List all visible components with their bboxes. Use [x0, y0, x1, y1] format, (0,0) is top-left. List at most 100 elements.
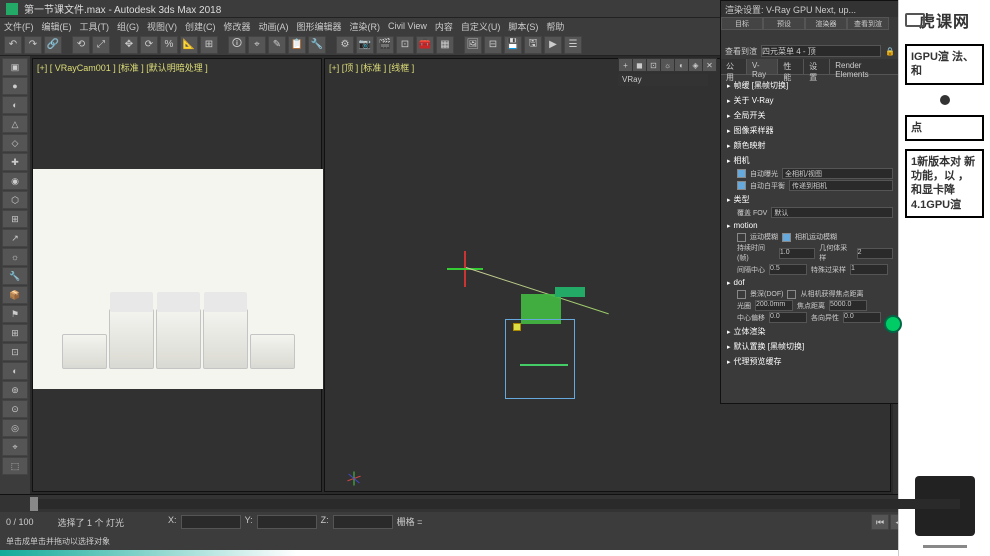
left-tool-12[interactable]: 📦 — [2, 286, 28, 304]
toolbar-button-26[interactable]: ☰ — [564, 36, 582, 54]
toolbar-button-20[interactable]: ▦ — [436, 36, 454, 54]
rollout-颜色映射[interactable]: 颜色映射 — [727, 139, 893, 152]
checkbox[interactable] — [737, 169, 746, 178]
rollout-关于 V-Ray[interactable]: 关于 V-Ray — [727, 94, 893, 107]
option-value[interactable]: 1.0 — [779, 248, 815, 259]
menu-customize[interactable]: 自定义(U) — [461, 20, 501, 33]
left-tool-8[interactable]: ⊞ — [2, 210, 28, 228]
option-value[interactable]: 2 — [857, 248, 893, 259]
tab-settings[interactable]: 设置 — [804, 59, 830, 74]
vp-icon[interactable]: ◼ — [633, 59, 646, 71]
toolbar-button-0[interactable]: ↶ — [4, 36, 22, 54]
render-top-field-3[interactable]: 查看到渲 — [847, 17, 889, 30]
coord-z-input[interactable] — [333, 515, 393, 529]
render-top-field-0[interactable]: 目标 — [721, 17, 763, 30]
left-tool-13[interactable]: ⚑ — [2, 305, 28, 323]
toolbar-button-13[interactable]: 📋 — [288, 36, 306, 54]
option-value[interactable]: 5000.0 — [829, 300, 867, 311]
selection-bounds[interactable] — [505, 319, 575, 399]
toolbar-button-10[interactable]: 🛈 — [228, 36, 246, 54]
toolbar-button-11[interactable]: ⌖ — [248, 36, 266, 54]
toolbar-button-9[interactable]: ⊞ — [200, 36, 218, 54]
option-value[interactable]: 0.5 — [769, 264, 807, 275]
playback-button-0[interactable]: ⏮ — [871, 514, 889, 530]
option-value[interactable]: 200.0mm — [755, 300, 793, 311]
time-slider[interactable] — [30, 497, 38, 511]
toolbar-button-16[interactable]: 📷 — [356, 36, 374, 54]
toolbar-button-23[interactable]: 💾 — [504, 36, 522, 54]
tab-vray[interactable]: V-Ray — [747, 59, 778, 74]
checkbox[interactable] — [737, 181, 746, 190]
rollout-相机[interactable]: 相机 — [727, 154, 893, 167]
render-top-field-2[interactable]: 渲染器 — [805, 17, 847, 30]
left-tool-16[interactable]: ◐ — [2, 362, 28, 380]
left-tool-2[interactable]: ◐ — [2, 96, 28, 114]
menu-tools[interactable]: 工具(T) — [80, 20, 110, 33]
option-value[interactable]: 1 — [850, 264, 888, 275]
checkbox[interactable] — [737, 290, 746, 299]
checkbox[interactable] — [782, 233, 791, 242]
left-tool-3[interactable]: △ — [2, 115, 28, 133]
vp-icon[interactable]: ◈ — [689, 59, 702, 71]
rollout-类型[interactable]: 类型 — [727, 193, 893, 206]
toolbar-button-17[interactable]: 🎬 — [376, 36, 394, 54]
render-setup-dialog[interactable]: 渲染设置: V-Ray GPU Next, up... 目标预设渲染器查看到渲 … — [720, 0, 900, 404]
left-tool-15[interactable]: ⊡ — [2, 343, 28, 361]
sun-target[interactable] — [513, 323, 521, 331]
option-value[interactable]: 0.0 — [843, 312, 881, 323]
left-tool-9[interactable]: ↗ — [2, 229, 28, 247]
toolbar-button-4[interactable]: ⤢ — [92, 36, 110, 54]
option-select[interactable]: 默认 — [771, 207, 893, 218]
left-tool-5[interactable]: ✚ — [2, 153, 28, 171]
left-tool-7[interactable]: ⬡ — [2, 191, 28, 209]
menu-content[interactable]: 内容 — [435, 20, 453, 33]
viewport-camera[interactable]: [+] [ VRayCam001 ] [标准 ] [默认明暗处理 ] — [32, 58, 322, 492]
vp-icon[interactable]: ◐ — [675, 59, 688, 71]
vp-icon[interactable]: ⊡ — [647, 59, 660, 71]
option-select[interactable]: 传递到相机 — [789, 180, 893, 191]
rollout-图像采样器[interactable]: 图像采样器 — [727, 124, 893, 137]
viewport-top-label[interactable]: [+] [顶 ] [标准 ] [线框 ] — [329, 61, 414, 74]
vp-icon[interactable]: ✕ — [703, 59, 716, 71]
vp-icon[interactable]: ☼ — [661, 59, 674, 71]
menu-rendering[interactable]: 渲染(R) — [350, 20, 381, 33]
tab-render-elements[interactable]: Render Elements — [830, 59, 899, 74]
toolbar-button-15[interactable]: ⚙ — [336, 36, 354, 54]
render-top-field-1[interactable]: 预设 — [763, 17, 805, 30]
left-tool-10[interactable]: ☼ — [2, 248, 28, 266]
toolbar-button-2[interactable]: 🔗 — [44, 36, 62, 54]
menu-group[interactable]: 组(G) — [117, 20, 139, 33]
menu-views[interactable]: 视图(V) — [147, 20, 177, 33]
left-tool-6[interactable]: ◉ — [2, 172, 28, 190]
rollout-motion[interactable]: motion — [727, 220, 893, 231]
toolbar-button-24[interactable]: 🖫 — [524, 36, 542, 54]
coord-x-input[interactable] — [181, 515, 241, 529]
menu-scripting[interactable]: 脚本(S) — [508, 20, 538, 33]
menu-file[interactable]: 文件(F) — [4, 20, 34, 33]
vray-rollout-header[interactable]: VRay — [618, 74, 708, 86]
left-tool-1[interactable]: ● — [2, 77, 28, 95]
left-tool-17[interactable]: ⊚ — [2, 381, 28, 399]
menu-edit[interactable]: 编辑(E) — [42, 20, 72, 33]
menu-civil-view[interactable]: Civil View — [388, 21, 427, 31]
left-tool-20[interactable]: ⌖ — [2, 438, 28, 456]
toolbar-button-5[interactable]: ✥ — [120, 36, 138, 54]
option-select[interactable]: 全相机/视图 — [782, 168, 893, 179]
rollout-代理预览缓存[interactable]: 代理预览缓存 — [727, 355, 893, 368]
tab-performance[interactable]: 性能 — [778, 59, 804, 74]
checkbox[interactable] — [787, 290, 796, 299]
toolbar-button-18[interactable]: ⊡ — [396, 36, 414, 54]
tab-common[interactable]: 公用 — [721, 59, 747, 74]
lock-icon[interactable]: 🔒 — [885, 47, 895, 56]
vp-icon[interactable]: + — [619, 59, 632, 71]
left-tool-0[interactable]: ▣ — [2, 58, 28, 76]
toolbar-button-12[interactable]: ✎ — [268, 36, 286, 54]
left-tool-18[interactable]: ⊙ — [2, 400, 28, 418]
rollout-帧缓 [黑帧切换][interactable]: 帧缓 [黑帧切换] — [727, 79, 893, 92]
rollout-dof[interactable]: dof — [727, 277, 893, 288]
coord-y-input[interactable] — [257, 515, 317, 529]
toolbar-button-6[interactable]: ⟳ — [140, 36, 158, 54]
view-to-render-select[interactable]: 四元菜单 4 - 顶 — [761, 45, 881, 57]
left-tool-11[interactable]: 🔧 — [2, 267, 28, 285]
rollout-立体渲染[interactable]: 立体渲染 — [727, 325, 893, 338]
